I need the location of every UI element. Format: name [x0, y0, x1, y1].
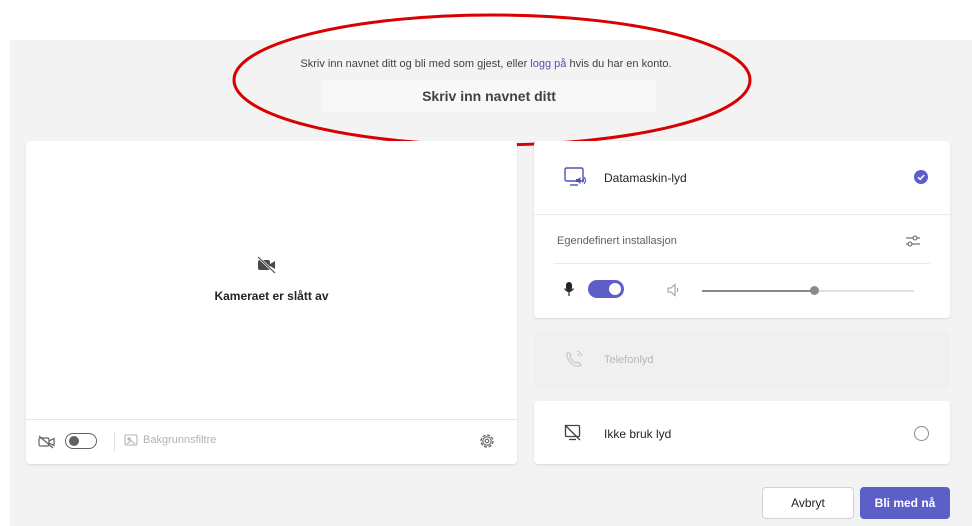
- computer-audio-icon: [564, 167, 588, 194]
- phone-audio-option: Telefonlyd: [534, 330, 950, 390]
- cancel-button[interactable]: Avbryt: [762, 487, 854, 519]
- computer-audio-card: Datamaskin-lyd Egendefinert installasjon: [534, 141, 950, 318]
- camera-panel: Kameraet er slått av Bakgrunnsfiltre: [26, 141, 517, 464]
- camera-off-label: Kameraet er slått av: [214, 289, 329, 303]
- toolbar-divider: [114, 432, 115, 452]
- background-filters-label: Bakgrunnsfiltre: [143, 434, 217, 446]
- setup-divider: [554, 263, 930, 264]
- name-input[interactable]: [322, 80, 656, 112]
- join-prompt: Skriv inn navnet ditt og bli med som gje…: [0, 58, 972, 70]
- custom-setup-label: Egendefinert installasjon: [557, 235, 677, 247]
- microphone-toggle-knob: [609, 283, 621, 295]
- checkmark-icon: [917, 174, 925, 181]
- speaker-icon: [666, 282, 682, 303]
- phone-icon: [564, 349, 584, 374]
- microphone-icon: [563, 281, 575, 302]
- join-prompt-text-after: hvis du har en konto.: [566, 58, 672, 70]
- camera-toolbar: Bakgrunnsfiltre: [26, 420, 517, 464]
- computer-audio-radio-checked[interactable]: [914, 170, 928, 184]
- microphone-toggle[interactable]: [588, 280, 624, 298]
- join-prompt-text-before: Skriv inn navnet ditt og bli med som gje…: [300, 58, 531, 70]
- camera-toggle[interactable]: [65, 433, 97, 449]
- no-audio-label: Ikke bruk lyd: [604, 427, 672, 441]
- audio-settings-sliders-icon[interactable]: [904, 233, 922, 254]
- background-filters-button[interactable]: Bakgrunnsfiltre: [124, 434, 216, 450]
- camera-off-small-icon: [38, 435, 56, 454]
- login-link[interactable]: logg på: [530, 58, 566, 70]
- camera-off-icon: [256, 255, 278, 280]
- phone-audio-label: Telefonlyd: [604, 354, 654, 366]
- speaker-volume-track-filled: [702, 290, 814, 292]
- speaker-volume-slider[interactable]: [810, 286, 819, 295]
- device-settings-gear-icon[interactable]: [478, 432, 496, 455]
- camera-toggle-knob: [69, 436, 79, 446]
- no-audio-option[interactable]: Ikke bruk lyd: [534, 401, 950, 464]
- no-audio-radio[interactable]: [914, 426, 929, 441]
- speaker-volume-track-rest: [814, 290, 914, 292]
- background-filters-icon: [124, 434, 138, 446]
- join-now-button[interactable]: Bli med nå: [860, 487, 950, 519]
- computer-audio-label: Datamaskin-lyd: [604, 171, 687, 185]
- camera-preview: Kameraet er slått av: [26, 141, 517, 420]
- computer-audio-option[interactable]: Datamaskin-lyd: [534, 141, 950, 215]
- no-audio-icon: [564, 424, 582, 447]
